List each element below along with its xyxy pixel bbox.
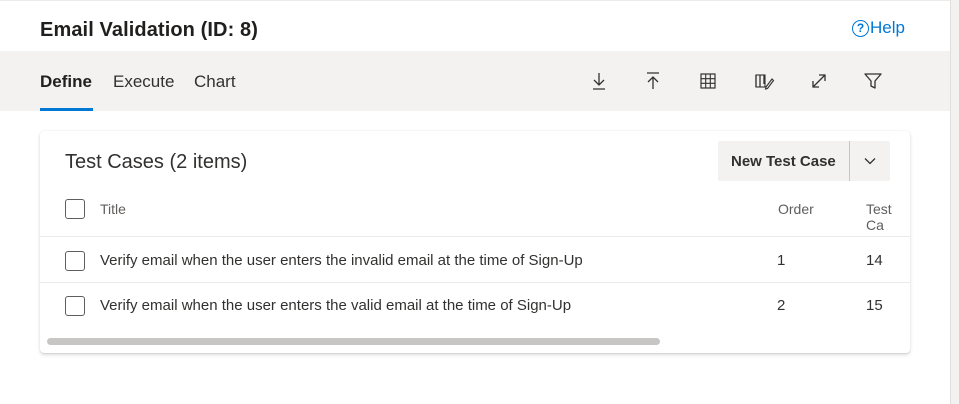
upload-icon[interactable] [640,68,666,94]
test-cases-title: Test Cases (2 items) [65,151,248,173]
table-row[interactable]: Verify email when the user enters the in… [40,237,910,283]
row-order: 2 [777,297,786,314]
column-header-title[interactable]: Title [100,201,126,217]
new-test-case-dropdown[interactable] [850,141,890,181]
row-test-case-id: 14 [866,252,883,269]
horizontal-scrollbar-thumb[interactable] [47,338,660,345]
tab-chart[interactable]: Chart [194,72,236,92]
row-checkbox[interactable] [65,251,85,271]
row-order: 1 [777,252,786,269]
help-icon: ? [852,19,869,37]
active-tab-indicator [40,108,93,111]
help-label: Help [870,18,905,37]
test-cases-panel: Test Cases (2 items) New Test Case Title… [40,131,910,353]
filter-icon[interactable] [860,68,886,94]
expand-icon[interactable] [806,68,832,94]
download-icon[interactable] [586,68,612,94]
tab-execute[interactable]: Execute [113,72,174,92]
toolbar: Define Execute Chart [0,51,950,111]
chevron-down-icon [864,158,876,165]
new-test-case-button[interactable]: New Test Case [718,141,850,181]
page-title: Email Validation (ID: 8) [40,19,258,41]
row-test-case-id: 15 [866,297,883,314]
horizontal-scrollbar[interactable] [47,338,903,345]
column-options-icon[interactable] [751,68,777,94]
new-test-case-split-button: New Test Case [718,141,890,181]
row-checkbox[interactable] [65,296,85,316]
column-header-test-case[interactable]: Test Ca [866,201,910,233]
column-header-order[interactable]: Order [778,201,814,217]
tab-define[interactable]: Define [40,72,92,92]
row-title[interactable]: Verify email when the user enters the in… [100,252,583,269]
select-all-checkbox[interactable] [65,199,85,219]
row-title[interactable]: Verify email when the user enters the va… [100,297,571,314]
vertical-scrollbar[interactable] [950,0,959,404]
grid-view-icon[interactable] [695,68,721,94]
help-link[interactable]: ? Help [852,18,905,38]
table-row[interactable]: Verify email when the user enters the va… [40,283,910,329]
top-border [0,0,950,1]
